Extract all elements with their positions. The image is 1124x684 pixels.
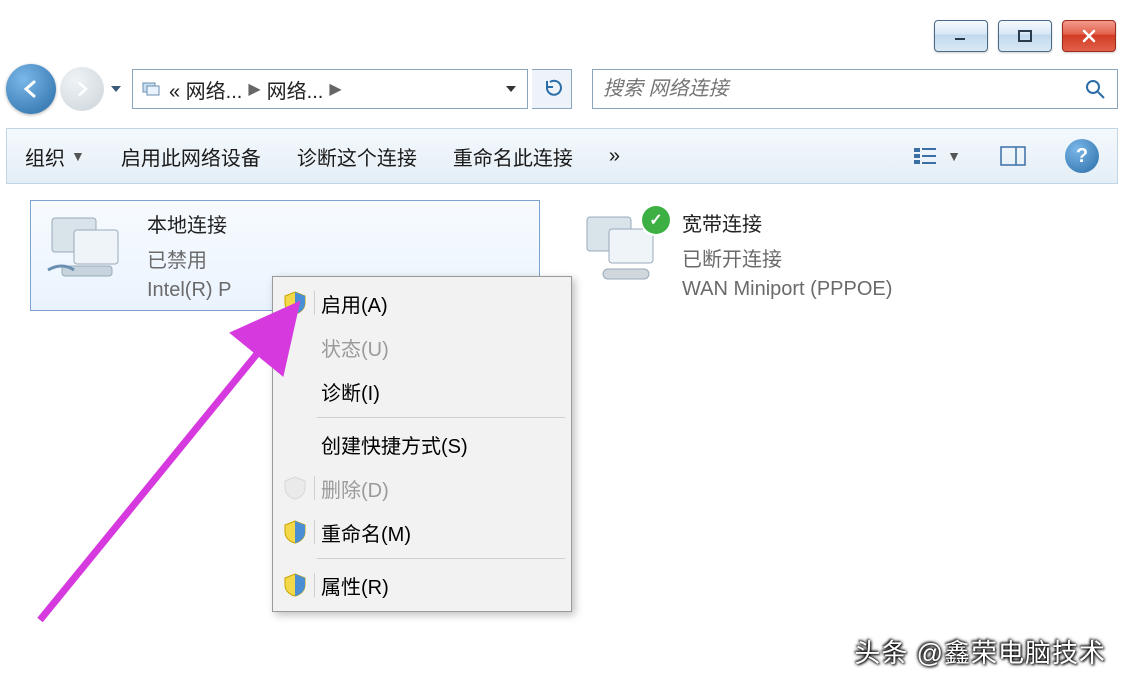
shield-icon bbox=[275, 520, 315, 544]
overflow-label: » bbox=[609, 145, 620, 168]
network-adapter-icon bbox=[41, 209, 133, 287]
navigation-bar: « 网络... ▶ 网络... ▶ bbox=[6, 64, 1118, 114]
menu-label: 重命名(M) bbox=[315, 518, 569, 547]
refresh-button[interactable] bbox=[532, 69, 572, 109]
menu-label: 属性(R) bbox=[315, 571, 569, 600]
help-icon: ? bbox=[1065, 139, 1099, 173]
menu-label: 启用(A) bbox=[315, 289, 569, 318]
organize-label: 组织 bbox=[25, 142, 65, 171]
network-location-icon bbox=[137, 70, 165, 108]
check-icon: ✓ bbox=[642, 206, 670, 234]
shield-icon bbox=[275, 291, 315, 315]
menu-item-rename[interactable]: 重命名(M) bbox=[275, 510, 569, 554]
command-bar: 组织 ▼ 启用此网络设备 诊断这个连接 重命名此连接 » ▼ ? bbox=[6, 128, 1118, 184]
shield-icon bbox=[275, 476, 315, 500]
view-icon bbox=[909, 140, 941, 172]
chevron-down-icon: ▼ bbox=[947, 148, 961, 164]
close-button[interactable] bbox=[1062, 20, 1116, 52]
minimize-button[interactable] bbox=[934, 20, 988, 52]
connection-details: 宽带连接 已断开连接 WAN Miniport (PPPOE) bbox=[682, 208, 892, 301]
help-button[interactable]: ? bbox=[1059, 135, 1105, 177]
menu-item-status: 状态(U) bbox=[275, 325, 569, 369]
rename-label: 重命名此连接 bbox=[453, 142, 573, 171]
enable-device-label: 启用此网络设备 bbox=[121, 142, 261, 171]
connection-status: 已禁用 bbox=[147, 244, 231, 273]
watermark-text: 头条 @鑫荣电脑技术 bbox=[854, 633, 1106, 670]
menu-item-diagnose[interactable]: 诊断(I) bbox=[275, 369, 569, 413]
chevron-down-icon: ▼ bbox=[71, 148, 85, 164]
preview-pane-button[interactable] bbox=[991, 136, 1035, 176]
menu-item-create-shortcut[interactable]: 创建快捷方式(S) bbox=[275, 422, 569, 466]
breadcrumb-part2[interactable]: 网络... bbox=[263, 70, 328, 108]
menu-label: 状态(U) bbox=[315, 333, 569, 362]
window-controls bbox=[934, 20, 1116, 52]
address-bar[interactable]: « 网络... ▶ 网络... ▶ bbox=[132, 69, 528, 109]
connection-item-broadband[interactable]: ✓ 宽带连接 已断开连接 WAN Miniport (PPPOE) bbox=[566, 200, 1076, 309]
organize-menu[interactable]: 组织 ▼ bbox=[19, 138, 91, 175]
menu-label: 诊断(I) bbox=[315, 377, 569, 406]
menu-label: 删除(D) bbox=[315, 474, 569, 503]
menu-item-properties[interactable]: 属性(R) bbox=[275, 563, 569, 607]
connection-details: 本地连接 已禁用 Intel(R) P bbox=[147, 209, 231, 302]
shield-icon bbox=[275, 573, 315, 597]
address-dropdown[interactable] bbox=[499, 86, 523, 92]
menu-item-delete: 删除(D) bbox=[275, 466, 569, 510]
back-button[interactable] bbox=[6, 64, 56, 114]
view-options-button[interactable]: ▼ bbox=[903, 136, 967, 176]
connection-title: 宽带连接 bbox=[682, 208, 892, 237]
search-icon[interactable] bbox=[1081, 75, 1109, 103]
breadcrumb-part1[interactable]: « 网络... bbox=[165, 70, 246, 108]
connection-title: 本地连接 bbox=[147, 209, 231, 238]
network-adapter-icon: ✓ bbox=[576, 208, 668, 286]
connection-status: 已断开连接 bbox=[682, 243, 892, 272]
overflow-button[interactable]: » bbox=[603, 141, 626, 172]
search-box[interactable] bbox=[592, 69, 1118, 109]
menu-item-enable[interactable]: 启用(A) bbox=[275, 281, 569, 325]
breadcrumb-separator: ▶ bbox=[246, 79, 262, 99]
forward-button[interactable] bbox=[60, 67, 104, 111]
diagnose-label: 诊断这个连接 bbox=[297, 142, 417, 171]
preview-pane-icon bbox=[997, 140, 1029, 172]
connection-device: WAN Miniport (PPPOE) bbox=[682, 278, 892, 301]
maximize-button[interactable] bbox=[998, 20, 1052, 52]
history-dropdown[interactable] bbox=[108, 67, 124, 111]
context-menu: 启用(A) 状态(U) 诊断(I) 创建快捷方式(S) 删除(D) 重命名(M)… bbox=[272, 276, 572, 612]
diagnose-connection-button[interactable]: 诊断这个连接 bbox=[291, 138, 423, 175]
rename-connection-button[interactable]: 重命名此连接 bbox=[447, 138, 579, 175]
search-input[interactable] bbox=[601, 77, 1081, 102]
menu-label: 创建快捷方式(S) bbox=[315, 430, 569, 459]
enable-device-button[interactable]: 启用此网络设备 bbox=[115, 138, 267, 175]
breadcrumb-separator: ▶ bbox=[327, 79, 343, 99]
connection-device: Intel(R) P bbox=[147, 279, 231, 302]
